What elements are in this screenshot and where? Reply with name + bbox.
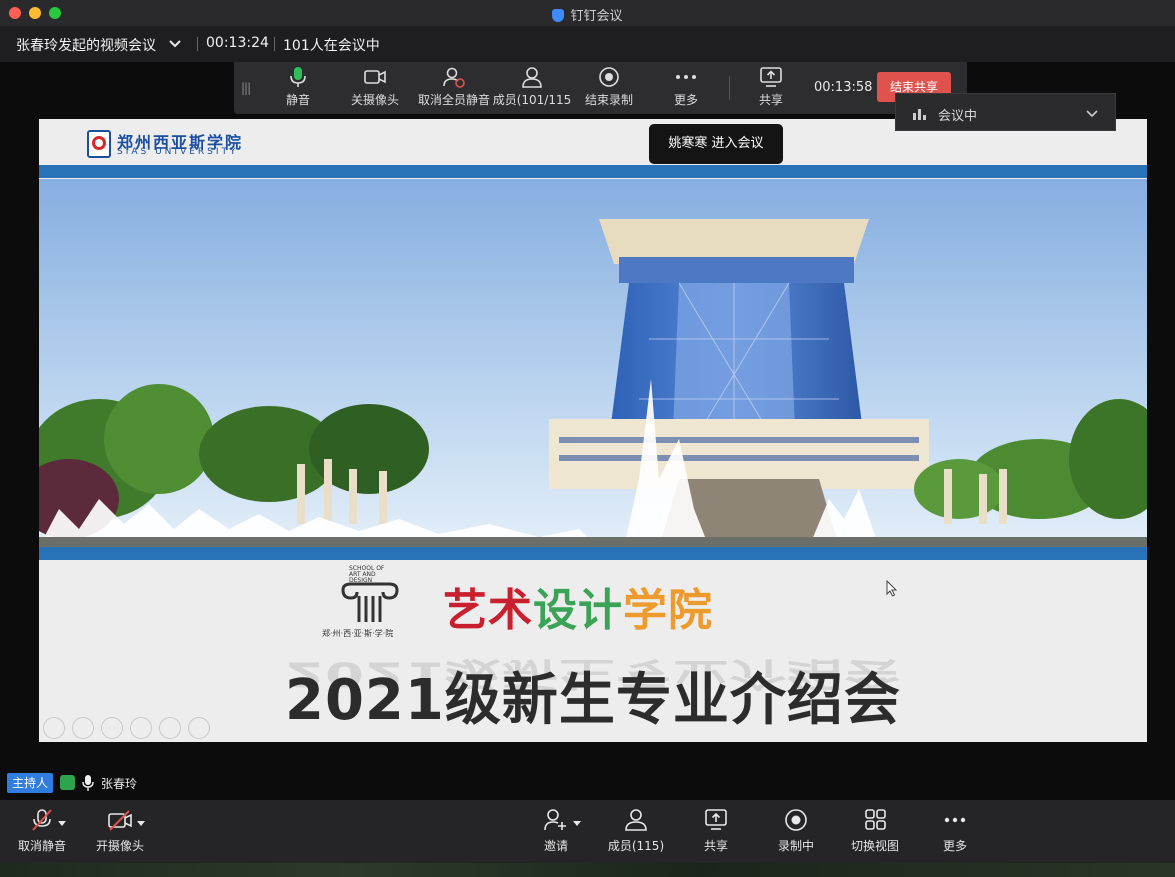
screen-share-icon [760,67,782,87]
chevron-down-icon[interactable] [167,36,183,52]
logo-english-name: SIAS UNIVERSITY [117,147,239,157]
sias-seal-icon [87,130,111,158]
screen-share-icon [705,809,727,830]
screen-share-indicator-icon [60,775,75,790]
more-button[interactable]: 更多 [664,66,708,112]
meeting-info-bar: 张春玲发起的视频会议 00:13:24 101人在会议中 [0,26,1175,62]
presentation-controls [43,717,210,739]
desktop-background-strip [0,863,1175,877]
meeting-elapsed-timer: 00:13:24 [206,35,269,51]
members-button[interactable]: 成员(101/115 [492,66,572,112]
signal-bars-icon [913,109,926,120]
share-button[interactable]: 共享 [676,808,756,854]
drag-handle-icon[interactable]: ||| [241,81,251,95]
more-button[interactable]: 更多 [915,808,995,854]
stop-recording-button[interactable]: 结束录制 [580,66,638,112]
zoom-icon[interactable] [159,717,181,739]
more-dots-icon [944,817,966,823]
slide-top-band [39,165,1147,178]
share-label: 共享 [758,93,783,107]
microphone-icon [82,775,94,791]
art-school-emblem: SCHOOL OF ART AND DESIGN 郑·州·西·亚·斯·学·院 [322,566,414,641]
caret-down-icon[interactable] [137,821,145,826]
bottom-toolbar: 取消静音 开摄像头 邀请 成员(115) 共享 录制中 切换视图 更多 [0,800,1175,863]
recording-button[interactable]: 录制中 [756,808,836,854]
speaker-name: 张春玲 [101,777,138,791]
mute-label: 静音 [285,93,310,107]
college-title: 艺术设计学院 [443,574,713,638]
person-icon [625,809,647,831]
window-titlebar: 钉钉会议 [0,0,1175,26]
video-camera-icon [364,70,386,84]
meeting-topic[interactable]: 张春玲发起的视频会议 [16,35,156,55]
microphone-muted-icon [32,809,52,831]
toolbar-divider [729,76,730,100]
invite-button[interactable]: 邀请 [516,808,596,854]
campus-building-photo [39,179,1147,547]
microphone-icon [290,67,306,87]
dingtalk-shield-icon [552,9,565,22]
video-camera-off-icon [108,810,132,831]
unmute-button[interactable]: 取消静音 [2,808,82,854]
shared-slide: 郑州西亚斯学院 SIAS UNIVERSITY SCHOOL OF ART AN… [39,119,1147,742]
mute-all-icon [443,67,465,88]
share-timer: 00:13:58 [814,80,873,95]
mouse-cursor-icon [886,580,898,597]
camera-on-button[interactable]: 开摄像头 [80,808,160,854]
caret-down-icon[interactable] [58,821,66,826]
college-title-part1: 艺术 [443,585,533,636]
slides-overview-icon[interactable] [130,717,152,739]
grid-view-icon [865,809,886,830]
more-label: 更多 [942,839,967,853]
recording-label: 录制中 [777,839,814,853]
host-badge: 主持人 [7,773,54,793]
column-capital-icon [341,582,399,622]
share-screen-button[interactable]: 共享 [749,66,793,112]
unmute-all-button[interactable]: 取消全员静音 [414,66,494,112]
members-button[interactable]: 成员(115) [596,808,676,854]
unmute-all-label: 取消全员静音 [417,93,490,107]
emblem-chinese-text: 郑·州·西·亚·斯·学·院 [322,629,394,638]
more-label: 更多 [673,93,698,107]
mute-button[interactable]: 静音 [276,66,320,112]
members-label: 成员(101/115 [492,93,572,107]
more-dots-icon [676,75,696,79]
divider [197,37,198,51]
pen-icon[interactable] [101,717,123,739]
person-icon [522,67,542,88]
window-title: 钉钉会议 [0,5,1175,24]
slide-headline-reflection: 2021级新生专业介绍会 [285,654,901,694]
divider [274,37,275,51]
chevron-down-icon [1086,110,1098,118]
window-title-text: 钉钉会议 [570,9,623,24]
more-options-icon[interactable] [188,717,210,739]
switch-view-button[interactable]: 切换视图 [835,808,915,854]
record-icon [785,809,807,831]
members-label: 成员(115) [607,839,665,853]
camera-on-label: 开摄像头 [95,839,144,853]
camera-off-label: 关摄像头 [350,93,399,107]
unmute-label: 取消静音 [17,839,66,853]
caret-down-icon[interactable] [573,821,581,826]
meeting-status-dropdown[interactable]: 会议中 [895,93,1116,131]
participant-joined-toast: 姚寒寒 进入会议 [649,124,783,164]
camera-off-button[interactable]: 关摄像头 [346,66,404,112]
meeting-status-label: 会议中 [938,109,978,124]
college-title-part2: 设计 [533,585,623,636]
next-slide-icon[interactable] [72,717,94,739]
participant-count: 101人在会议中 [283,38,380,54]
previous-slide-icon[interactable] [43,717,65,739]
record-icon [599,67,619,87]
slide-bottom-band [39,547,1147,560]
switch-view-label: 切换视图 [850,839,899,853]
add-person-icon [544,809,566,831]
college-title-part3: 学院 [623,585,713,636]
share-label: 共享 [703,839,728,853]
share-toolbar: ||| 静音 关摄像头 取消全员静音 成员(101/115 结束录制 更多 共享… [234,62,967,114]
stop-recording-label: 结束录制 [584,93,633,107]
invite-label: 邀请 [543,839,568,853]
